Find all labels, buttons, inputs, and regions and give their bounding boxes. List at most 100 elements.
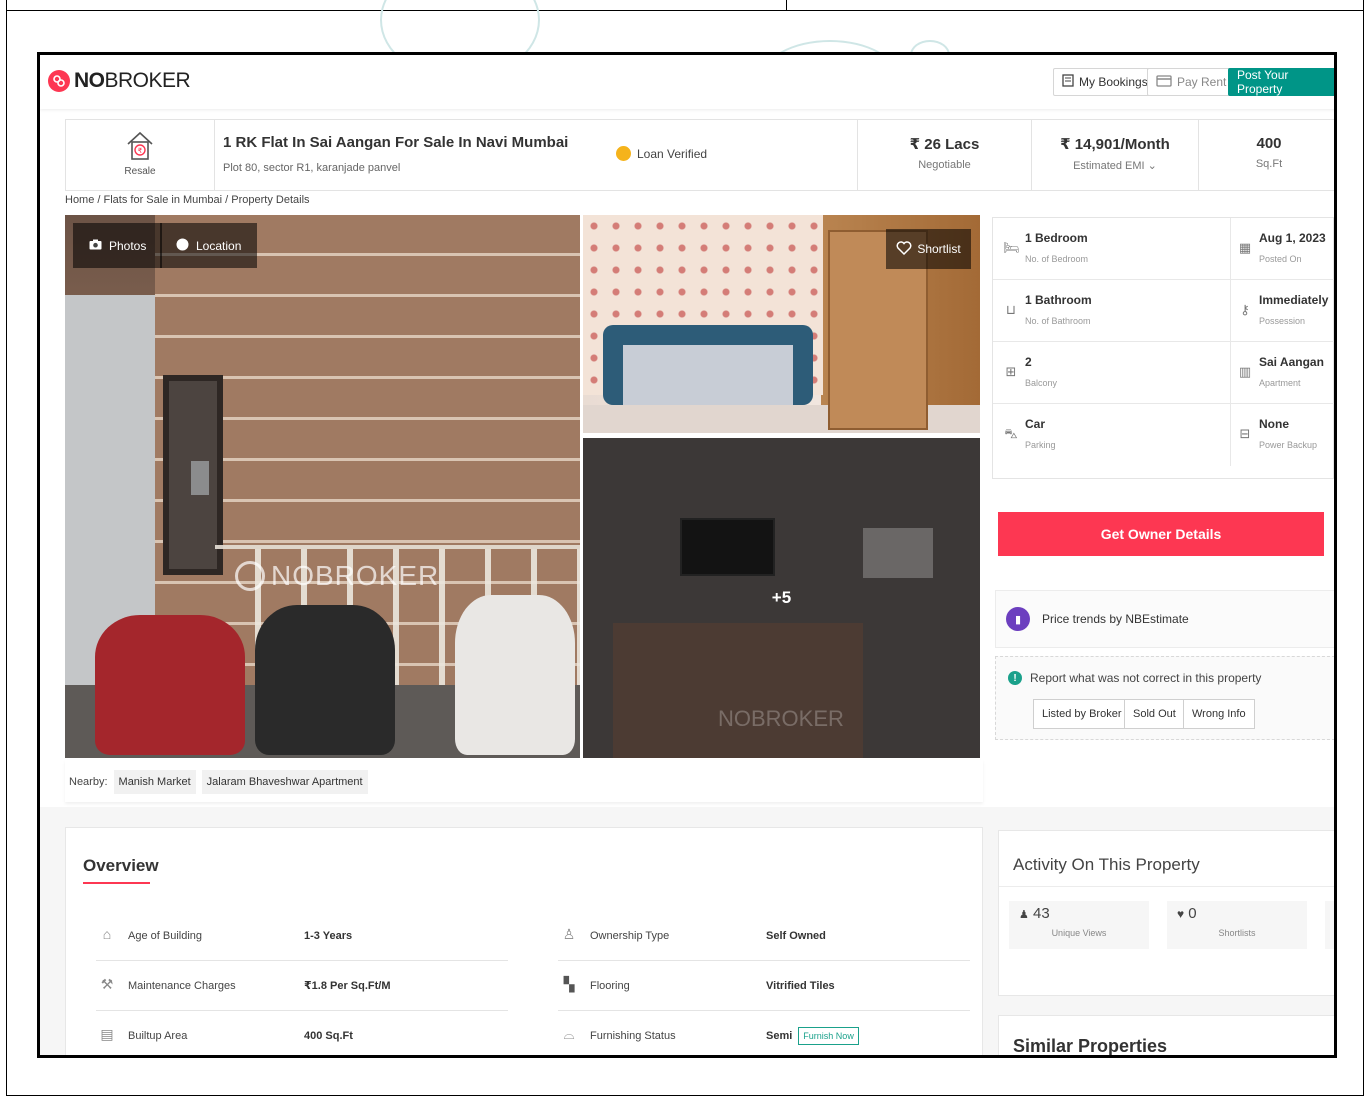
property-address: Plot 80, sector R1, karanjade panvel	[223, 162, 401, 174]
shortlists-stat: ♥ 0 Shortlists	[1167, 901, 1307, 949]
location-label: Location	[196, 238, 242, 253]
overview-underline	[83, 882, 150, 884]
nobroker-logo[interactable]: NOBROKER	[48, 69, 191, 93]
car-icon: ⛍	[1004, 426, 1018, 441]
loan-icon	[616, 146, 631, 161]
activity-title: Activity On This Property	[1013, 855, 1200, 874]
spec-bathroom: ⊔ 1 Bathroom No. of Bathroom	[993, 280, 1231, 342]
similar-properties-title: Similar Properties	[1013, 1036, 1168, 1056]
document-divider	[786, 0, 787, 10]
report-section: ! Report what was not correct in this pr…	[995, 656, 1334, 740]
pay-rent-button[interactable]: Pay Rent	[1147, 68, 1236, 96]
camera-icon	[89, 239, 102, 253]
wrong-info-button[interactable]: Wrong Info	[1183, 699, 1255, 729]
sold-out-button[interactable]: Sold Out	[1124, 699, 1185, 729]
property-info-bar: ₹ Resale 1 RK Flat In Sai Aangan For Sal…	[65, 119, 1334, 191]
unique-views-label: Unique Views	[1051, 928, 1107, 938]
area-cell: 400 Sq.Ft	[1199, 120, 1334, 190]
document-top-line	[6, 10, 1364, 11]
overview-title: Overview	[83, 856, 159, 875]
spec-bedroom: 🛏 1 Bedroom No. of Bedroom	[993, 218, 1231, 280]
bookings-icon	[1062, 74, 1074, 90]
emi-dropdown[interactable]: Estimated EMI ⌄	[1032, 159, 1198, 172]
photos-label: Photos	[109, 238, 147, 253]
chart-icon: ▮	[1006, 607, 1030, 631]
door-image	[163, 375, 223, 575]
nearby-section: Nearby: Manish Market Jalaram Bhaveshwar…	[65, 760, 983, 802]
calendar-icon: ▦	[1238, 240, 1252, 255]
person-icon: ♟	[1019, 909, 1029, 921]
area-unit: Sq.Ft	[1255, 158, 1283, 170]
similar-properties-card: Similar Properties	[998, 1015, 1334, 1056]
get-owner-details-button[interactable]: Get Owner Details	[998, 512, 1324, 556]
alert-icon: !	[1008, 671, 1022, 685]
resale-label: Resale	[124, 166, 156, 177]
battery-icon: ⊟	[1239, 426, 1251, 441]
price-trends-link[interactable]: ▮ Price trends by NBEstimate	[995, 590, 1334, 648]
maintenance-icon: ⚒	[100, 975, 114, 992]
flooring-icon: ▚	[563, 975, 575, 992]
overview-row: ♙ Ownership Type Self Owned	[558, 911, 970, 961]
nearby-label: Nearby:	[69, 776, 108, 788]
post-property-label: Post Your Property	[1237, 68, 1289, 96]
sofa-icon: ⌓	[563, 1026, 575, 1042]
spec-parking: ⛍ Car Parking	[993, 404, 1231, 466]
bed-icon: 🛏	[1003, 240, 1020, 255]
more-photos-count[interactable]: +5	[583, 438, 980, 758]
listed-by-broker-button[interactable]: Listed by Broker	[1033, 699, 1131, 729]
overview-row: ⌂ Age of Building 1-3 Years	[96, 911, 508, 961]
logo-icon	[48, 70, 70, 92]
emi-cell[interactable]: ₹ 14,901/Month Estimated EMI ⌄	[1032, 120, 1199, 190]
spec-balcony: ⊞ 2 Balcony	[993, 342, 1231, 404]
resale-cell: ₹ Resale	[66, 120, 215, 190]
building-icon: ▥	[1238, 364, 1252, 379]
shortlists-label: Shortlists	[1218, 928, 1256, 938]
post-property-button[interactable]: Post Your Property	[1228, 68, 1334, 96]
loan-verified-label: Loan Verified	[637, 146, 708, 161]
property-specs: 🛏 1 Bedroom No. of Bedroom ▦ Aug 1, 2023…	[992, 217, 1334, 479]
bathtub-icon: ⊔	[1005, 302, 1017, 317]
spec-power-backup: ⊟ None Power Backup	[1231, 404, 1334, 466]
price-note: Negotiable	[918, 159, 971, 171]
house-rupee-icon: ₹	[125, 130, 155, 162]
balcony-icon: ⊞	[1005, 364, 1017, 379]
loan-verified-badge: Loan Verified	[616, 146, 707, 161]
price-cell: ₹ 26 Lacs Negotiable	[858, 120, 1032, 190]
shortlist-label: Shortlist	[917, 242, 961, 256]
price-value: ₹ 26 Lacs	[909, 136, 980, 153]
emi-value: ₹ 14,901/Month	[1060, 136, 1170, 153]
nearby-chip[interactable]: Manish Market	[113, 770, 196, 794]
my-bookings-label: My Bookings	[1079, 75, 1148, 89]
unique-views-stat: ♟ 43 Unique Views	[1009, 901, 1149, 949]
spec-apartment: ▥ Sai Aangan Apartment	[1231, 342, 1334, 404]
shortlist-button[interactable]: Shortlist	[886, 229, 971, 269]
living-room-photo[interactable]: NOBROKER +5	[583, 438, 980, 758]
area-icon: ▤	[100, 1026, 114, 1042]
compass-icon	[176, 238, 189, 254]
furnish-now-button[interactable]: Furnish Now	[798, 1027, 859, 1045]
overview-row: ⌓ Furnishing Status Semi Furnish Now	[558, 1011, 970, 1055]
overview-row: ▚ Flooring Vitrified Tiles	[558, 961, 970, 1011]
shortlists-value: 0	[1188, 905, 1197, 922]
area-value: 400	[1256, 135, 1282, 152]
overview-card: Overview ⌂ Age of Building 1-3 Years ♙ O…	[65, 827, 983, 1055]
site-header: NOBROKER My Bookings Pay Rent Post Your …	[40, 55, 1334, 109]
spec-posted-on: ▦ Aug 1, 2023 Posted On	[1231, 218, 1334, 280]
overview-row: ⚒ Maintenance Charges ₹1.8 Per Sq.Ft/M	[96, 961, 508, 1011]
title-cell: 1 RK Flat In Sai Aangan For Sale In Navi…	[215, 120, 858, 190]
photos-button[interactable]: Photos	[73, 223, 163, 268]
owner-icon: ♙	[562, 925, 576, 942]
nearby-chip[interactable]: Jalaram Bhaveshwar Apartment	[201, 770, 368, 794]
spec-possession: ⚷ Immediately Possession	[1231, 280, 1334, 342]
property-title: 1 RK Flat In Sai Aangan For Sale In Navi…	[223, 134, 569, 151]
logo-text: NOBROKER	[74, 69, 191, 92]
my-bookings-button[interactable]: My Bookings	[1053, 68, 1157, 96]
bedroom-photo[interactable]: Shortlist	[583, 215, 980, 433]
heart-icon: ♥	[1177, 907, 1185, 921]
breadcrumb[interactable]: Home / Flats for Sale in Mumbai / Proper…	[65, 194, 310, 206]
overview-row: ▤ Builtup Area 400 Sq.Ft	[96, 1011, 508, 1055]
report-text: Report what was not correct in this prop…	[1030, 671, 1262, 685]
price-trends-label: Price trends by NBEstimate	[1042, 612, 1189, 626]
main-photo[interactable]: NOBROKER Photos Location	[65, 215, 580, 758]
location-button[interactable]: Location	[160, 223, 258, 268]
